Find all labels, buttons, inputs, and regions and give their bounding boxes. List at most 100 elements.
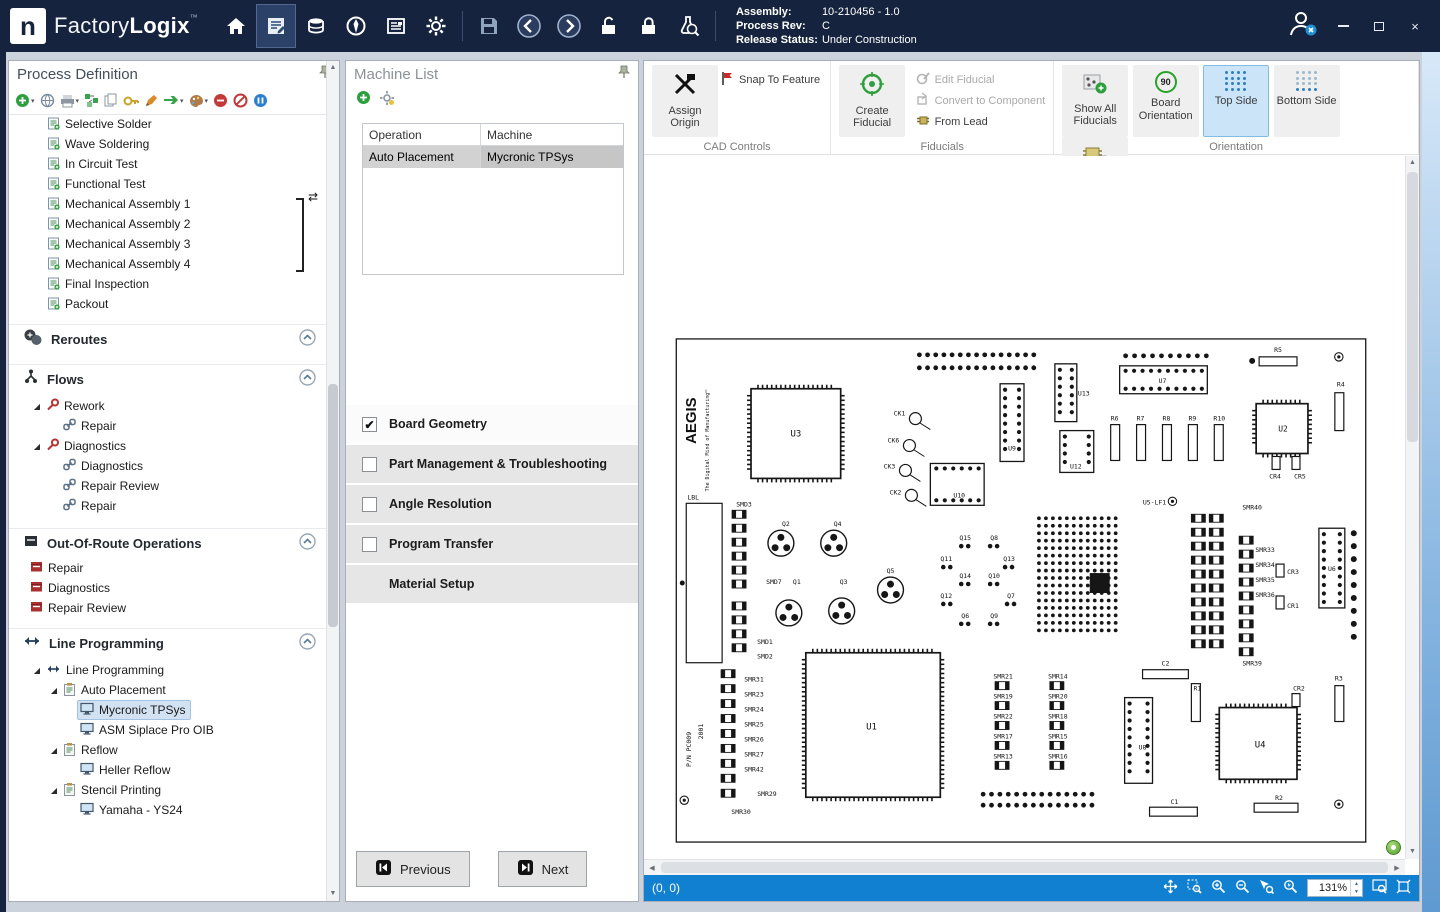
tree-item-stencil-printing[interactable]: ◢Stencil Printing (25, 780, 326, 800)
settings-gear-icon[interactable] (416, 4, 456, 48)
zoom-out-icon[interactable] (1235, 879, 1250, 897)
step-checkbox[interactable] (362, 537, 377, 552)
close-button[interactable]: × (1404, 17, 1426, 35)
previous-button[interactable]: Previous (356, 851, 470, 887)
zoom-selection-icon[interactable] (1259, 879, 1274, 897)
machine-row-mycronic-tpsys[interactable]: Auto PlacementMycronic TPSys (363, 146, 623, 168)
step-board-geometry[interactable]: ✔Board Geometry (346, 405, 638, 445)
key-icon[interactable] (123, 94, 139, 108)
tree-item-repair[interactable]: Repair (9, 558, 326, 578)
tree-item-mechanical-assembly-3[interactable]: Mechanical Assembly 3 (9, 234, 326, 254)
canvas-horizontal-scrollbar[interactable]: ◀ ▶ (644, 859, 1405, 875)
print-icon[interactable]: ▾ (60, 94, 80, 108)
canvas-vertical-scrollbar[interactable]: ▲ ▼ (1405, 156, 1419, 859)
scrollbar-thumb[interactable] (1407, 172, 1418, 442)
process-definition-scrollbar[interactable]: ▲ ▼ (326, 61, 339, 901)
lock-icon[interactable] (629, 4, 669, 48)
snap-to-feature-toggle[interactable]: Snap To Feature (720, 69, 820, 90)
tree-item-diagnostics[interactable]: ◢Diagnostics (25, 436, 326, 456)
scrollbar-track[interactable] (1406, 170, 1419, 845)
remove-operation-icon[interactable] (213, 93, 228, 108)
tree-item-asm-siplace-pro-oib[interactable]: ASM Siplace Pro OIB (25, 720, 326, 740)
pcb-drawing[interactable]: AEGISThe Digital Mind of Manufacturing™U… (644, 319, 1404, 859)
scrollbar-track[interactable] (327, 75, 339, 887)
tree-item-repair[interactable]: Repair (25, 496, 326, 516)
zoom-window-icon[interactable] (1187, 879, 1202, 897)
tree-item-repair[interactable]: Repair (25, 416, 326, 436)
home-icon[interactable] (216, 4, 256, 48)
save-icon[interactable] (469, 4, 509, 48)
workflow-icon[interactable] (84, 93, 99, 108)
top-side-button[interactable]: Top Side (1203, 65, 1269, 137)
transfer-icon[interactable]: ▾ (163, 94, 184, 108)
step-material-setup[interactable]: Material Setup (346, 565, 638, 605)
step-checkbox[interactable] (362, 497, 377, 512)
scrollbar-thumb[interactable] (328, 384, 338, 628)
news-icon[interactable] (376, 4, 416, 48)
unlock-icon[interactable] (589, 4, 629, 48)
tree-item-mechanical-assembly-1[interactable]: Mechanical Assembly 1 (9, 194, 326, 214)
section-line-programming[interactable]: Line Programming (9, 628, 326, 658)
tree-item-diagnostics[interactable]: Diagnostics (9, 578, 326, 598)
scroll-up-arrow[interactable]: ▲ (330, 61, 337, 75)
step-checkbox[interactable]: ✔ (362, 417, 377, 432)
tree-item-final-inspection[interactable]: Final Inspection (9, 274, 326, 294)
tree-item-packout[interactable]: Packout (9, 294, 326, 314)
zoom-level-spinner[interactable]: 131% ▲▼ (1307, 879, 1363, 897)
zoom-all-icon[interactable] (1396, 879, 1411, 897)
scroll-up-arrow[interactable]: ▲ (1409, 156, 1416, 170)
zoom-fit-icon[interactable] (1372, 879, 1387, 897)
expander-icon[interactable]: ◢ (48, 686, 60, 695)
collapse-button[interactable] (299, 533, 316, 555)
collapse-button[interactable] (299, 329, 316, 351)
expander-icon[interactable]: ◢ (48, 786, 60, 795)
tree-item-rework[interactable]: ◢Rework (25, 396, 326, 416)
scrollbar-thumb[interactable] (661, 862, 1388, 873)
expander-icon[interactable]: ◢ (48, 746, 60, 755)
step-program-transfer[interactable]: Program Transfer (346, 525, 638, 565)
column-header-operation[interactable]: Operation (363, 124, 481, 145)
pin-icon[interactable] (618, 65, 630, 84)
section-out-of-route[interactable]: Out-Of-Route Operations (9, 528, 326, 558)
forward-icon[interactable] (549, 4, 589, 48)
cad-canvas[interactable]: AEGISThe Digital Mind of Manufacturing™U… (644, 156, 1405, 859)
user-logout-icon[interactable] (1288, 10, 1318, 42)
tree-item-mechanical-assembly-2[interactable]: Mechanical Assembly 2 (9, 214, 326, 234)
from-lead-button[interactable]: From Lead (916, 111, 1046, 132)
minimize-button[interactable] (1332, 17, 1354, 35)
collapse-button[interactable] (299, 369, 316, 391)
tree-item-diagnostics[interactable]: Diagnostics (25, 456, 326, 476)
back-icon[interactable] (509, 4, 549, 48)
tree-item-repair-review[interactable]: Repair Review (25, 476, 326, 496)
pan-icon[interactable] (1163, 879, 1178, 897)
tree-item-reflow[interactable]: ◢Reflow (25, 740, 326, 760)
expander-icon[interactable]: ◢ (31, 666, 43, 675)
show-all-fiducials-button[interactable]: Show All Fiducials (1062, 65, 1128, 137)
step-part-management-troubleshooting[interactable]: Part Management & Troubleshooting (346, 445, 638, 485)
tree-item-mycronic-tpsys[interactable]: Mycronic TPSys (25, 700, 326, 720)
edit-fiducial-button[interactable]: Edit Fiducial (916, 69, 1046, 90)
column-header-machine[interactable]: Machine (481, 124, 623, 145)
tree-item-repair-review[interactable]: Repair Review (9, 598, 326, 618)
next-button[interactable]: Next (498, 851, 588, 887)
audit-search-icon[interactable] (669, 4, 709, 48)
block-operation-icon[interactable] (233, 93, 248, 108)
tree-item-auto-placement[interactable]: ◢Auto Placement (25, 680, 326, 700)
hold-icon[interactable] (253, 93, 268, 108)
section-flows[interactable]: Flows (9, 364, 326, 394)
section-reroutes[interactable]: Reroutes (9, 324, 326, 354)
tree-item-selective-solder[interactable]: Selective Solder (9, 117, 326, 134)
zoom-spin-buttons[interactable]: ▲▼ (1350, 880, 1362, 896)
scroll-right-arrow[interactable]: ▶ (1389, 864, 1405, 872)
tree-item-functional-test[interactable]: Functional Test (9, 174, 326, 194)
create-fiducial-button[interactable]: Create Fiducial (839, 65, 905, 137)
scroll-down-arrow[interactable]: ▼ (1409, 845, 1416, 859)
materials-icon[interactable] (296, 4, 336, 48)
tree-item-yamaha-ys24[interactable]: Yamaha - YS24 (25, 800, 326, 820)
step-checkbox[interactable] (362, 457, 377, 472)
palette-icon[interactable]: ▾ (189, 94, 209, 108)
add-operation-icon[interactable]: ▾ (15, 93, 35, 108)
tree-item-line-programming[interactable]: ◢Line Programming (25, 660, 326, 680)
board-orientation-button[interactable]: 90 Board Orientation (1133, 65, 1199, 137)
convert-to-component-button[interactable]: Convert to Component (916, 90, 1046, 111)
